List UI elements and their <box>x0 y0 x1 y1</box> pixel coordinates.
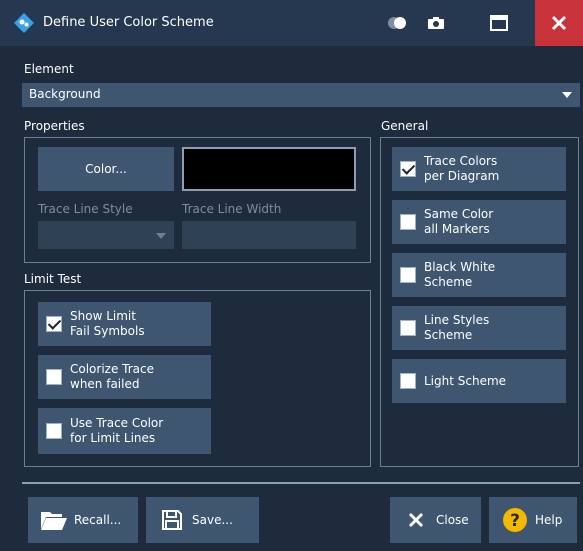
checkbox-unchecked-icon <box>400 267 416 283</box>
checkbox-checked-icon <box>400 161 416 177</box>
light-scheme-checkbox[interactable]: Light Scheme <box>392 359 566 403</box>
close-button-label: Close <box>436 513 469 527</box>
color-button[interactable]: Color... <box>38 147 174 191</box>
help-button-label: Help <box>535 513 563 527</box>
chevron-down-icon <box>562 92 572 98</box>
line-styles-scheme-checkbox[interactable]: Line Styles Scheme <box>392 306 566 350</box>
element-selected-value: Background <box>29 87 101 101</box>
checkbox-label: Colorize Trace when failed <box>70 362 154 391</box>
trace-line-style-label: Trace Line Style <box>38 202 133 216</box>
checkbox-label: Black White Scheme <box>424 260 496 289</box>
save-button-label: Save... <box>192 513 233 527</box>
toggle-icon[interactable] <box>383 9 411 37</box>
title-bar: Define User Color Scheme <box>0 0 583 46</box>
trace-line-width-label: Trace Line Width <box>182 202 282 216</box>
same-color-all-markers-checkbox[interactable]: Same Color all Markers <box>392 200 566 244</box>
use-trace-color-checkbox[interactable]: Use Trace Color for Limit Lines <box>38 408 211 454</box>
checkbox-unchecked-icon <box>46 369 62 385</box>
element-label: Element <box>24 62 74 76</box>
close-icon <box>402 507 430 533</box>
properties-label: Properties <box>24 119 85 133</box>
checkbox-label: Show Limit Fail Symbols <box>70 309 145 338</box>
checkbox-checked-icon <box>46 316 62 332</box>
limit-test-label: Limit Test <box>24 272 82 286</box>
recall-button[interactable]: Recall... <box>28 497 138 543</box>
dialog-window: Define User Color Scheme Element Backgro… <box>0 0 583 551</box>
camera-icon[interactable] <box>422 9 450 37</box>
close-window-button[interactable] <box>535 0 583 46</box>
window-title: Define User Color Scheme <box>43 15 214 30</box>
trace-colors-per-diagram-checkbox[interactable]: Trace Colors per Diagram <box>392 147 566 191</box>
color-button-label: Color... <box>85 162 127 176</box>
show-limit-fail-symbols-checkbox[interactable]: Show Limit Fail Symbols <box>38 302 211 346</box>
element-select[interactable]: Background <box>22 83 580 107</box>
checkbox-label: Line Styles Scheme <box>424 313 490 342</box>
trace-line-style-select[interactable] <box>38 221 174 249</box>
footer-separator <box>22 482 580 484</box>
colorize-trace-checkbox[interactable]: Colorize Trace when failed <box>38 355 211 399</box>
help-button[interactable]: ? Help <box>489 497 577 543</box>
trace-line-width-field[interactable] <box>182 221 356 249</box>
black-white-scheme-checkbox[interactable]: Black White Scheme <box>392 253 566 297</box>
close-button[interactable]: Close <box>390 497 481 543</box>
chevron-down-icon <box>156 233 166 239</box>
floppy-disk-icon <box>158 507 186 533</box>
checkbox-unchecked-icon <box>400 214 416 230</box>
checkbox-label: Light Scheme <box>424 374 507 388</box>
checkbox-unchecked-icon <box>46 423 62 439</box>
checkbox-unchecked-icon <box>400 320 416 336</box>
app-logo-icon <box>14 13 34 33</box>
maximize-icon[interactable] <box>485 9 513 37</box>
recall-button-label: Recall... <box>74 513 122 527</box>
checkbox-label: Use Trace Color for Limit Lines <box>70 416 164 445</box>
save-button[interactable]: Save... <box>146 497 259 543</box>
svg-text:?: ? <box>510 511 520 531</box>
folder-open-icon <box>40 507 68 533</box>
checkbox-label: Same Color all Markers <box>424 207 494 236</box>
color-swatch[interactable] <box>182 147 356 191</box>
close-icon <box>551 15 567 31</box>
general-label: General <box>381 119 429 133</box>
checkbox-unchecked-icon <box>400 373 416 389</box>
help-icon: ? <box>501 507 529 533</box>
checkbox-label: Trace Colors per Diagram <box>424 154 500 183</box>
